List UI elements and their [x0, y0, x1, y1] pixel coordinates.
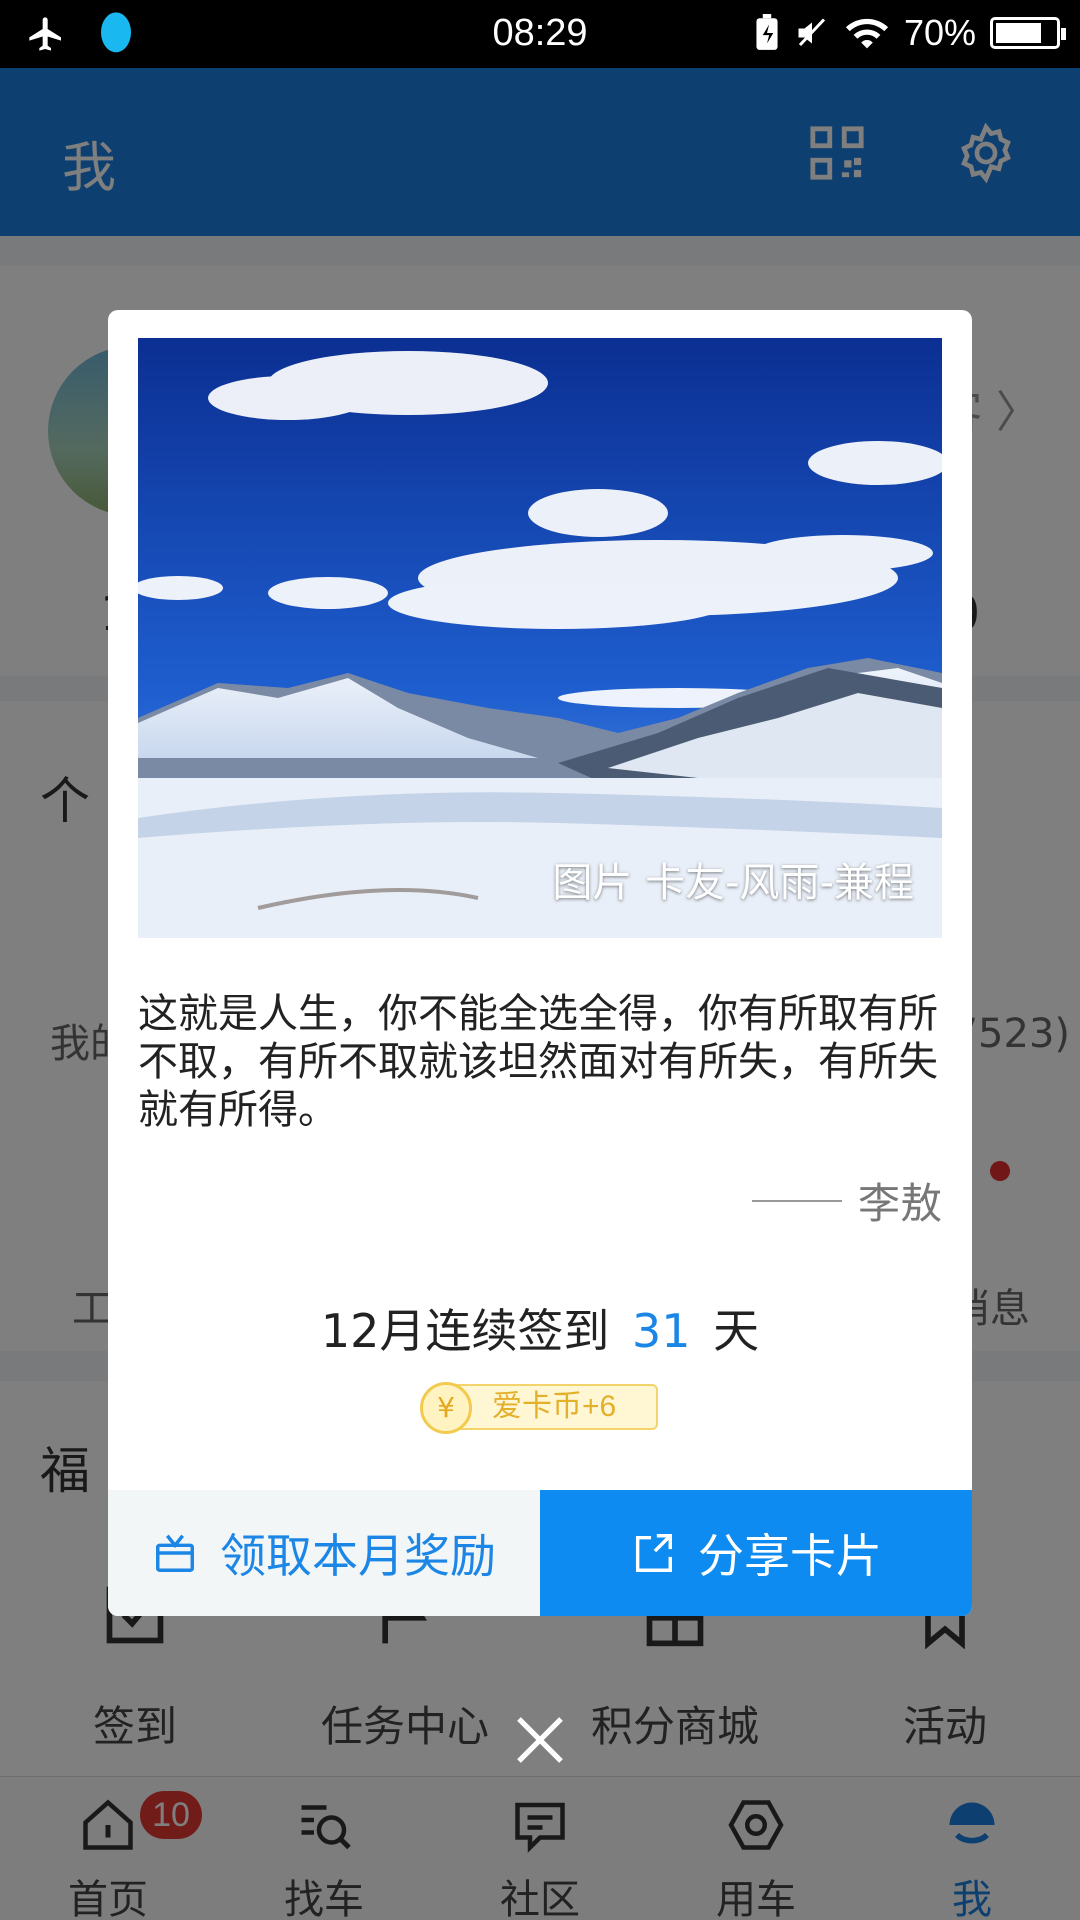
mountain-landscape-image	[138, 338, 942, 938]
mute-icon	[798, 18, 826, 47]
share-card-label: 分享卡片	[698, 1529, 882, 1583]
claim-reward-label: 领取本月奖励	[220, 1529, 496, 1583]
charging-icon	[756, 14, 778, 50]
checkin-days: 31	[632, 1304, 691, 1358]
photo-credit: 图片 卡友-风雨-兼程	[552, 860, 914, 906]
gift-box-icon	[156, 1534, 194, 1572]
scenic-photo: 图片 卡友-风雨-兼程	[138, 338, 942, 938]
checkin-streak: 12月连续签到 31 天	[108, 1295, 972, 1361]
checkin-prefix: 12月连续签到	[320, 1304, 610, 1358]
quote-author: 李敖	[751, 1170, 942, 1231]
coin-icon: ¥	[420, 1382, 472, 1434]
status-bar: 08:29 70%	[0, 0, 1080, 68]
battery-percent: 70%	[903, 12, 976, 53]
status-right: 70%	[754, 12, 1066, 54]
wifi-icon	[845, 18, 889, 49]
share-card-button[interactable]: 分享卡片	[540, 1490, 972, 1616]
dialog-buttons: 领取本月奖励 分享卡片	[108, 1490, 972, 1616]
close-icon[interactable]	[512, 1712, 568, 1768]
checkin-card-dialog: 图片 卡友-风雨-兼程 这就是人生，你不能全选全得，你有所取有所不取，有所不取就…	[108, 310, 972, 1616]
author-dash	[751, 1199, 842, 1202]
claim-reward-button[interactable]: 领取本月奖励	[108, 1490, 540, 1616]
share-icon	[635, 1534, 672, 1572]
quote-text: 这就是人生，你不能全选全得，你有所取有所不取，有所不取就该坦然面对有所失，有所失…	[138, 991, 938, 1133]
battery-icon	[990, 17, 1066, 49]
author-name: 李敖	[857, 1179, 942, 1228]
coin-reward-badge: 爱卡币+6 ¥	[420, 1382, 658, 1434]
reward-text: 爱卡币+6	[450, 1384, 658, 1430]
checkin-suffix: 天	[713, 1304, 760, 1358]
